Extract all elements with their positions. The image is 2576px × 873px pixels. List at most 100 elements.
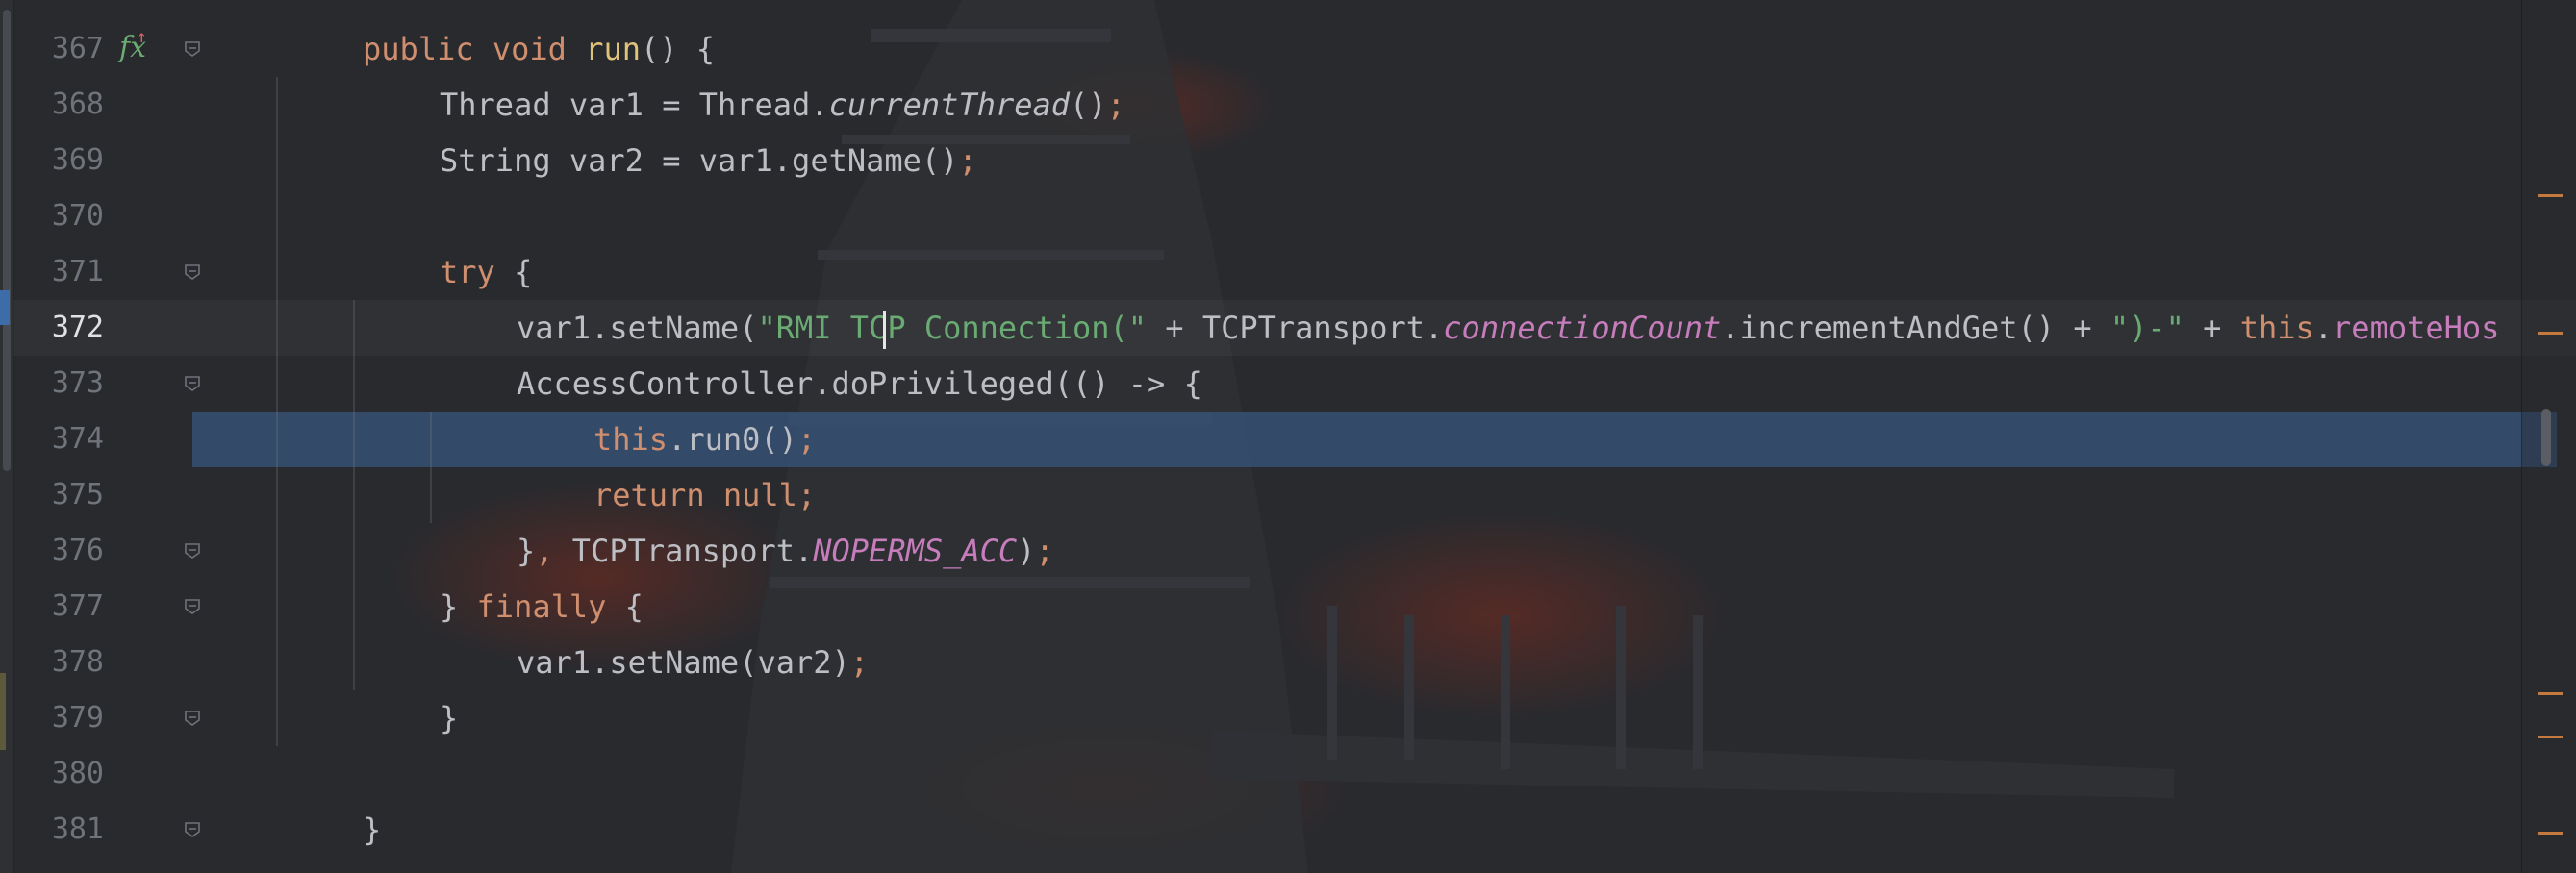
code-text[interactable]: }, TCPTransport.NOPERMS_ACC); xyxy=(517,523,1054,579)
line-number[interactable]: 376 xyxy=(17,523,104,579)
code-token: , xyxy=(535,533,572,569)
code-line[interactable]: 378 var1.setName(var2); xyxy=(0,635,2576,690)
line-number[interactable]: 375 xyxy=(17,467,104,523)
line-number[interactable]: 369 xyxy=(17,133,104,188)
line-number[interactable]: 372 xyxy=(17,300,104,356)
code-token: try xyxy=(440,254,515,290)
code-token: public xyxy=(363,31,492,67)
line-number[interactable]: 377 xyxy=(17,579,104,635)
fold-marker-icon[interactable] xyxy=(183,820,202,839)
code-token: this xyxy=(593,421,669,458)
code-text[interactable]: this.run0(); xyxy=(593,412,816,467)
code-token: ; xyxy=(796,421,817,458)
code-text[interactable]: return null; xyxy=(593,467,816,523)
code-token: . xyxy=(2313,310,2334,346)
code-token: connectionCount xyxy=(1443,310,1722,346)
code-line[interactable]: 377} finally { xyxy=(0,579,2576,635)
line-number[interactable]: 379 xyxy=(17,690,104,746)
code-token: this xyxy=(2239,310,2314,346)
warning-marker[interactable] xyxy=(2538,832,2563,835)
line-number[interactable]: 371 xyxy=(17,244,104,300)
code-token: var1.setName( xyxy=(517,310,758,346)
line-number[interactable]: 378 xyxy=(17,635,104,690)
override-arrow-icon: ↑ xyxy=(137,27,147,47)
code-text[interactable]: try { xyxy=(440,244,532,300)
code-text[interactable]: } xyxy=(440,690,458,746)
code-text[interactable]: var1.setName(var2); xyxy=(517,635,869,690)
code-token: ; xyxy=(1106,87,1125,123)
code-token: var1.setName(var2) xyxy=(517,644,850,681)
line-number[interactable]: 367 xyxy=(17,21,104,77)
code-token: + TCPTransport. xyxy=(1147,310,1444,346)
code-token: "RMI TCP Connection(" xyxy=(757,310,1148,346)
warning-marker[interactable] xyxy=(2538,332,2563,335)
code-token: } xyxy=(517,533,536,569)
warning-marker[interactable] xyxy=(2538,736,2563,738)
code-line[interactable]: 379} xyxy=(0,690,2576,746)
code-text[interactable]: Thread var1 = Thread.currentThread(); xyxy=(440,77,1125,133)
fold-marker-icon[interactable] xyxy=(183,541,202,561)
code-line[interactable]: 372 var1.setName("RMI TCP Connection(" + … xyxy=(0,300,2576,356)
code-token: { xyxy=(624,588,644,625)
code-token: () { xyxy=(640,31,716,67)
code-token: ; xyxy=(958,142,977,179)
fold-marker-icon[interactable] xyxy=(183,374,202,393)
code-line[interactable]: 373 AccessController.doPrivileged(() -> { xyxy=(0,356,2576,412)
code-token: Thread var1 = Thread. xyxy=(440,87,829,123)
code-token: remoteHos xyxy=(2333,310,2500,346)
code-line[interactable]: 368 Thread var1 = Thread.currentThread(); xyxy=(0,77,2576,133)
code-text[interactable]: } xyxy=(363,802,381,858)
line-number[interactable]: 368 xyxy=(17,77,104,133)
code-line[interactable]: 380 xyxy=(0,746,2576,802)
code-token: ; xyxy=(1035,533,1054,569)
code-text[interactable]: public void run() { xyxy=(363,21,715,77)
code-editor[interactable]: 367 public void run() {368 Thread var1 = T… xyxy=(0,0,2576,873)
code-text[interactable]: String var2 = var1.getName(); xyxy=(440,133,977,188)
code-line[interactable]: 371 try { xyxy=(0,244,2576,300)
code-token: TCPTransport. xyxy=(571,533,814,569)
code-token: } xyxy=(440,700,459,736)
code-token: void xyxy=(492,31,586,67)
code-token: currentThread xyxy=(828,87,1071,123)
code-token: + xyxy=(2184,310,2240,346)
code-token: ; xyxy=(849,644,870,681)
code-token: .run0() xyxy=(668,421,797,458)
code-token: } xyxy=(363,811,382,848)
code-line[interactable]: 370 xyxy=(0,188,2576,244)
code-line[interactable]: 374 this.run0(); xyxy=(0,412,2576,467)
code-line[interactable]: 369 String var2 = var1.getName(); xyxy=(0,133,2576,188)
code-text[interactable]: } finally { xyxy=(440,579,644,635)
code-token: run xyxy=(585,31,641,67)
code-token: return null xyxy=(593,477,797,513)
code-token: ; xyxy=(796,477,817,513)
fold-marker-icon[interactable] xyxy=(183,597,202,616)
line-number[interactable]: 381 xyxy=(17,802,104,858)
line-number[interactable]: 374 xyxy=(17,412,104,467)
code-token: { xyxy=(514,254,533,290)
code-token: .incrementAndGet() + xyxy=(1721,310,2110,346)
code-token: AccessController.doPrivileged(() -> { xyxy=(517,365,1202,402)
code-line[interactable]: 381} xyxy=(0,802,2576,858)
vertical-scroll-thumb[interactable] xyxy=(2541,409,2551,466)
code-line[interactable]: 367 public void run() { xyxy=(0,21,2576,77)
warning-marker[interactable] xyxy=(2538,692,2563,695)
code-text[interactable]: AccessController.doPrivileged(() -> { xyxy=(517,356,1202,412)
code-line[interactable]: 375 return null; xyxy=(0,467,2576,523)
line-number[interactable]: 380 xyxy=(17,746,104,802)
line-number[interactable]: 370 xyxy=(17,188,104,244)
code-text[interactable]: var1.setName("RMI TCP Connection(" + TCP… xyxy=(517,300,2499,356)
text-caret xyxy=(883,311,886,349)
warning-marker[interactable] xyxy=(2538,194,2563,197)
code-line[interactable]: 376}, TCPTransport.NOPERMS_ACC); xyxy=(0,523,2576,579)
code-token: ")-" xyxy=(2109,310,2185,346)
code-token: String var2 = var1.getName() xyxy=(440,142,959,179)
code-token: () xyxy=(1070,87,1107,123)
code-token: } xyxy=(440,588,477,625)
code-token: finally xyxy=(476,588,625,625)
line-number[interactable]: 373 xyxy=(17,356,104,412)
fold-marker-icon[interactable] xyxy=(183,262,202,282)
code-token: ) xyxy=(1017,533,1036,569)
fold-marker-icon[interactable] xyxy=(183,709,202,728)
code-token: NOPERMS_ACC xyxy=(813,533,1018,569)
fold-marker-icon[interactable] xyxy=(183,39,202,59)
